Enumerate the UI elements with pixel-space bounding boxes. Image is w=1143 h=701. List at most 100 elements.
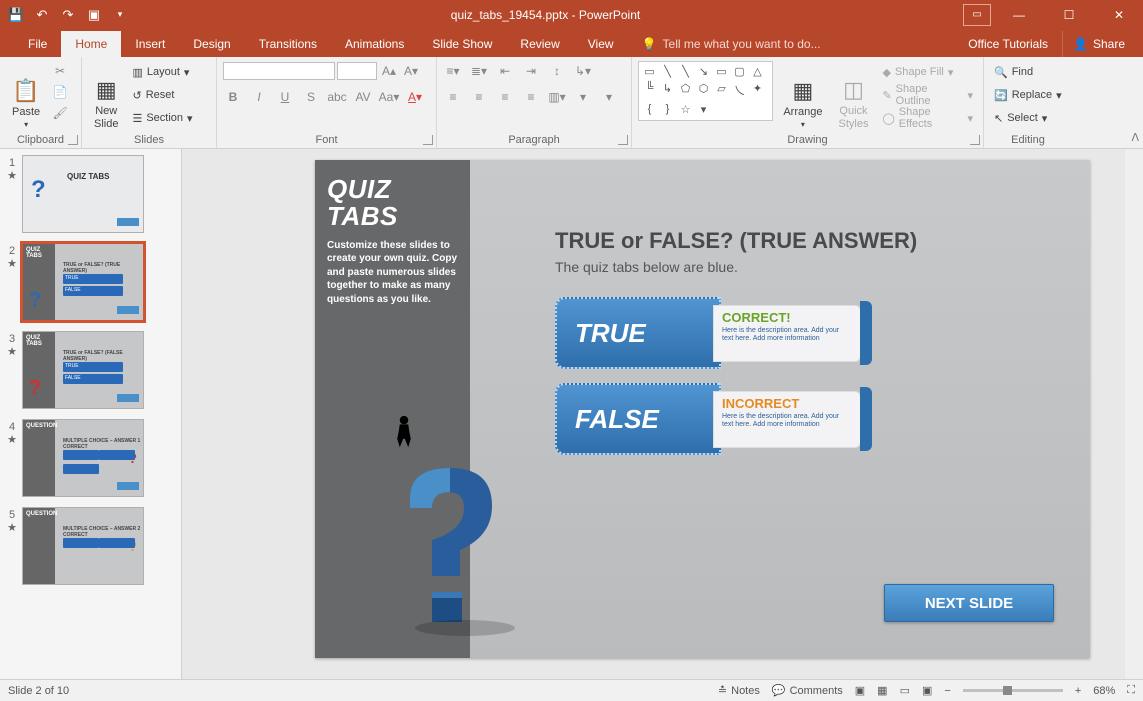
thumb-slide-1[interactable]: ? QUIZ TABS [22, 155, 144, 233]
quick-styles-icon: ◫ [843, 77, 864, 103]
zoom-in-button[interactable]: + [1075, 685, 1081, 697]
bullets-button[interactable]: ≡▾ [443, 61, 463, 81]
shape-outline-button[interactable]: ✎ Shape Outline ▾ [878, 84, 977, 106]
group-label: Drawing [632, 134, 983, 146]
current-slide[interactable]: QUIZ TABS Customize these slides to crea… [315, 160, 1090, 658]
format-painter-button[interactable]: 🖌 [50, 103, 70, 123]
tab-insert[interactable]: Insert [121, 31, 179, 57]
shadow-button[interactable]: abc [327, 87, 347, 107]
arrange-icon: ▦ [793, 78, 814, 104]
lightbulb-icon: 💡 [642, 37, 657, 51]
collapse-ribbon-icon[interactable]: ᐱ [1131, 131, 1139, 144]
tab-file[interactable]: File [14, 31, 61, 57]
slideshow-view-button[interactable]: ▣ [922, 684, 932, 697]
decrease-indent-button[interactable]: ⇤ [495, 61, 515, 81]
answer-desc: Here is the description area. Add your t… [722, 327, 852, 344]
reading-view-button[interactable]: ▭ [900, 684, 910, 697]
strikethrough-button[interactable]: S [301, 87, 321, 107]
font-family-select[interactable] [223, 62, 335, 80]
decrease-font-button[interactable]: A▾ [401, 61, 421, 81]
shape-fill-button[interactable]: ◆ Shape Fill ▾ [878, 61, 977, 83]
thumb-slide-5[interactable]: QUESTION ? MULTIPLE CHOICE – ANSWER 2 CO… [22, 507, 144, 585]
paragraph-launcher[interactable] [618, 135, 628, 145]
thumb-slide-3[interactable]: QUIZTABS ? TRUE or FALSE? (FALSE ANSWER)… [22, 331, 144, 409]
paste-icon: 📋 [12, 78, 39, 104]
case-button[interactable]: Aa▾ [379, 87, 399, 107]
tab-animations[interactable]: Animations [331, 31, 418, 57]
bold-button[interactable]: B [223, 87, 243, 107]
zoom-out-button[interactable]: − [944, 685, 950, 697]
drawing-launcher[interactable] [970, 135, 980, 145]
font-color-button[interactable]: A▾ [405, 87, 425, 107]
cut-button[interactable]: ✂ [50, 61, 70, 81]
vertical-scrollbar[interactable] [1125, 149, 1143, 679]
reset-button[interactable]: ↺ Reset [128, 84, 196, 106]
undo-icon[interactable]: ↶ [34, 7, 50, 23]
slide-counter[interactable]: Slide 2 of 10 [8, 685, 69, 697]
office-tutorials[interactable]: Office Tutorials [954, 31, 1062, 57]
minimize-button[interactable]: — [997, 0, 1041, 29]
tab-review[interactable]: Review [506, 31, 573, 57]
zoom-slider[interactable] [963, 689, 1063, 692]
save-icon[interactable]: 💾 [8, 7, 24, 23]
italic-button[interactable]: I [249, 87, 269, 107]
thumb-number: 5 [9, 509, 15, 521]
maximize-button[interactable]: ☐ [1047, 0, 1091, 29]
copy-button[interactable]: 📄 [50, 82, 70, 102]
thumb-slide-2[interactable]: QUIZTABS ? TRUE or FALSE? (TRUE ANSWER)T… [22, 243, 144, 321]
ribbon: 📋Paste▾ ✂ 📄 🖌 Clipboard ▦New Slide ▥ Lay… [0, 57, 1143, 149]
increase-indent-button[interactable]: ⇥ [521, 61, 541, 81]
slide-title[interactable]: QUIZ TABS [327, 176, 458, 231]
qat-dropdown-icon[interactable]: ▾ [112, 7, 128, 23]
tell-me[interactable]: 💡Tell me what you want to do... [628, 31, 835, 57]
tab-slideshow[interactable]: Slide Show [418, 31, 506, 57]
shapes-gallery[interactable]: ▭╲╲↘▭▢ △╚↳⬠⬡▱ 乀✦{}☆▾ [638, 61, 773, 121]
spacing-button[interactable]: AV [353, 87, 373, 107]
columns-button[interactable]: ▥▾ [547, 87, 567, 107]
next-slide-button[interactable]: NEXT SLIDE [884, 584, 1054, 622]
layout-button[interactable]: ▥ Layout ▾ [128, 61, 196, 83]
question-subtitle[interactable]: The quiz tabs below are blue. [555, 259, 1060, 275]
underline-button[interactable]: U [275, 87, 295, 107]
text-direction-button[interactable]: ↳▾ [573, 61, 593, 81]
redo-icon[interactable]: ↷ [60, 7, 76, 23]
select-button[interactable]: ↖ Select ▾ [990, 107, 1066, 129]
ribbon-display-options-icon[interactable]: ▭ [963, 4, 991, 26]
question-title[interactable]: TRUE or FALSE? (TRUE ANSWER) [555, 228, 1060, 254]
comments-button[interactable]: 💬 Comments [772, 684, 843, 697]
justify-button[interactable]: ≡ [521, 87, 541, 107]
replace-button[interactable]: 🔄 Replace ▾ [990, 84, 1066, 106]
notes-button[interactable]: ≛ Notes [718, 684, 760, 697]
line-spacing-button[interactable]: ↕ [547, 61, 567, 81]
align-left-button[interactable]: ≡ [443, 87, 463, 107]
shape-effects-button[interactable]: ◯ Shape Effects ▾ [878, 107, 977, 129]
share-button[interactable]: 👤Share [1062, 31, 1135, 57]
tab-transitions[interactable]: Transitions [245, 31, 331, 57]
slide-description[interactable]: Customize these slides to create your ow… [327, 239, 458, 307]
font-size-select[interactable] [337, 62, 377, 80]
font-launcher[interactable] [423, 135, 433, 145]
find-button[interactable]: 🔍 Find [990, 61, 1066, 83]
tab-view[interactable]: View [574, 31, 628, 57]
slide-editor[interactable]: QUIZ TABS Customize these slides to crea… [182, 149, 1143, 679]
close-button[interactable]: ✕ [1097, 0, 1141, 29]
align-text-button[interactable]: ▾ [573, 87, 593, 107]
sorter-view-button[interactable]: ▦ [877, 684, 887, 697]
align-right-button[interactable]: ≡ [495, 87, 515, 107]
tab-design[interactable]: Design [179, 31, 244, 57]
numbering-button[interactable]: ≣▾ [469, 61, 489, 81]
answer-true[interactable]: TRUE CORRECT! Here is the description ar… [555, 297, 1060, 369]
zoom-level[interactable]: 68% [1093, 685, 1115, 697]
align-center-button[interactable]: ≡ [469, 87, 489, 107]
start-from-beginning-icon[interactable]: ▣ [86, 7, 102, 23]
normal-view-button[interactable]: ▣ [855, 684, 865, 697]
tab-home[interactable]: Home [61, 31, 121, 57]
answer-false[interactable]: FALSE INCORRECT Here is the description … [555, 383, 1060, 455]
smartart-button[interactable]: ▾ [599, 87, 619, 107]
clipboard-launcher[interactable] [68, 135, 78, 145]
slide-thumbnails: 1★ ? QUIZ TABS 2★ QUIZTABS ? TRUE or FAL… [0, 149, 182, 679]
increase-font-button[interactable]: A▴ [379, 61, 399, 81]
section-button[interactable]: ☰ Section ▾ [128, 107, 196, 129]
thumb-slide-4[interactable]: QUESTION ? MULTIPLE CHOICE – ANSWER 1 CO… [22, 419, 144, 497]
fit-to-window-button[interactable]: ⛶ [1127, 684, 1135, 697]
